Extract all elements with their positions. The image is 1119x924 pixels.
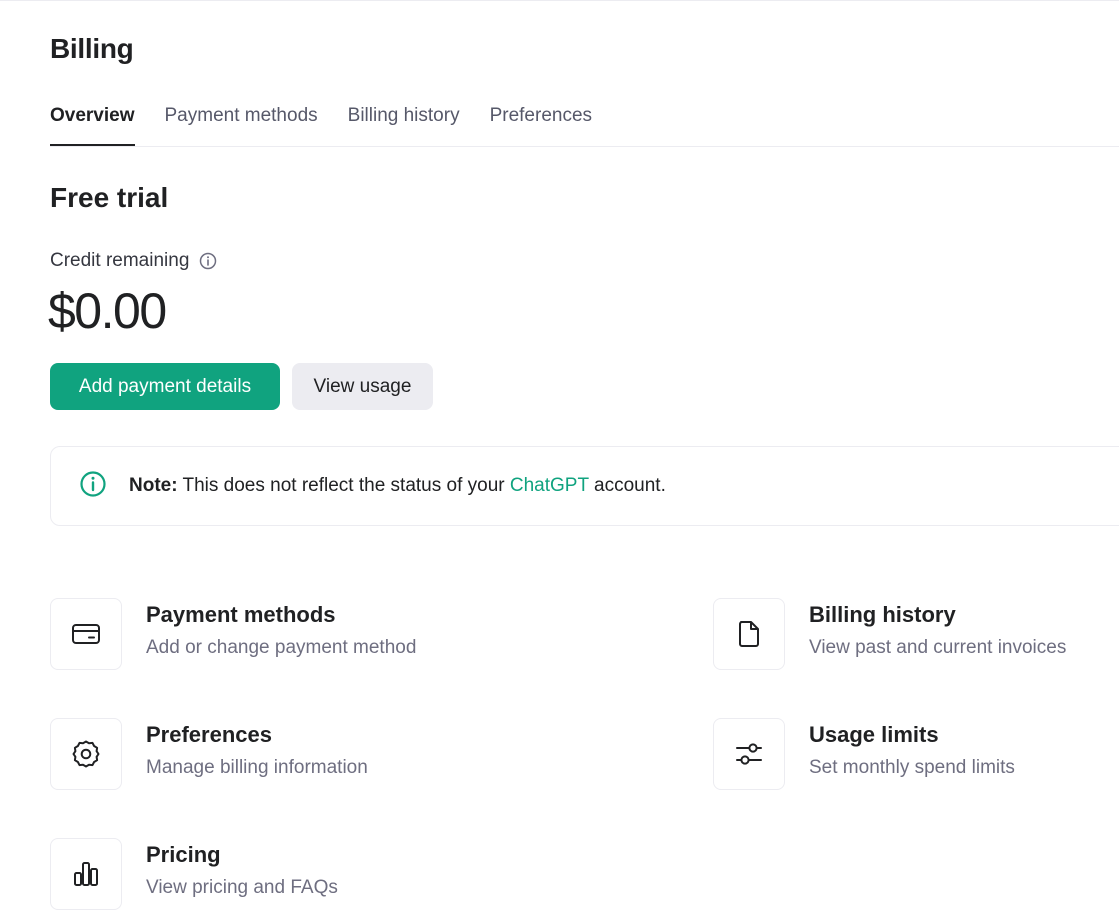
credit-label-text: Credit remaining (50, 250, 190, 271)
card-title: Billing history (809, 602, 956, 627)
note-text: Note: This does not reflect the status o… (129, 475, 666, 497)
card-usage-limits[interactable]: Usage limits Set monthly spend limits (713, 718, 1015, 790)
card-payment-methods[interactable]: Payment methods Add or change payment me… (50, 598, 416, 670)
tab-payment-methods[interactable]: Payment methods (165, 98, 318, 146)
card-description: Manage billing information (146, 757, 368, 778)
tab-preferences[interactable]: Preferences (490, 98, 592, 146)
note-banner: Note: This does not reflect the status o… (50, 446, 1119, 526)
credit-remaining-value: $0.00 (48, 283, 167, 339)
gear-icon (50, 718, 122, 790)
card-preferences[interactable]: Preferences Manage billing information (50, 718, 368, 790)
chatgpt-link[interactable]: ChatGPT (510, 475, 589, 496)
info-circle-icon (79, 470, 107, 503)
top-divider (0, 0, 1119, 1)
tab-billing-history[interactable]: Billing history (348, 98, 460, 146)
tab-overview[interactable]: Overview (50, 98, 135, 146)
billing-tabs: Overview Payment methods Billing history… (50, 98, 1119, 147)
info-icon[interactable] (199, 252, 217, 270)
card-billing-history[interactable]: Billing history View past and current in… (713, 598, 1066, 670)
card-title: Usage limits (809, 722, 939, 747)
bar-chart-icon (50, 838, 122, 910)
document-icon (713, 598, 785, 670)
card-pricing[interactable]: Pricing View pricing and FAQs (50, 838, 338, 910)
card-title: Pricing (146, 842, 221, 867)
note-text-before: This does not reflect the status of your (177, 475, 510, 496)
add-payment-details-button[interactable]: Add payment details (50, 363, 280, 410)
plan-title: Free trial (50, 182, 169, 213)
card-description: View pricing and FAQs (146, 877, 338, 898)
note-text-after: account. (588, 475, 666, 496)
credit-card-icon (50, 598, 122, 670)
credit-remaining-label: Credit remaining (50, 250, 217, 272)
page-title: Billing (50, 33, 134, 64)
view-usage-button[interactable]: View usage (292, 363, 433, 410)
card-title: Payment methods (146, 602, 336, 627)
card-description: Set monthly spend limits (809, 757, 1015, 778)
note-prefix: Note: (129, 475, 178, 496)
sliders-icon (713, 718, 785, 790)
card-description: Add or change payment method (146, 637, 417, 658)
card-description: View past and current invoices (809, 637, 1067, 658)
card-title: Preferences (146, 722, 272, 747)
